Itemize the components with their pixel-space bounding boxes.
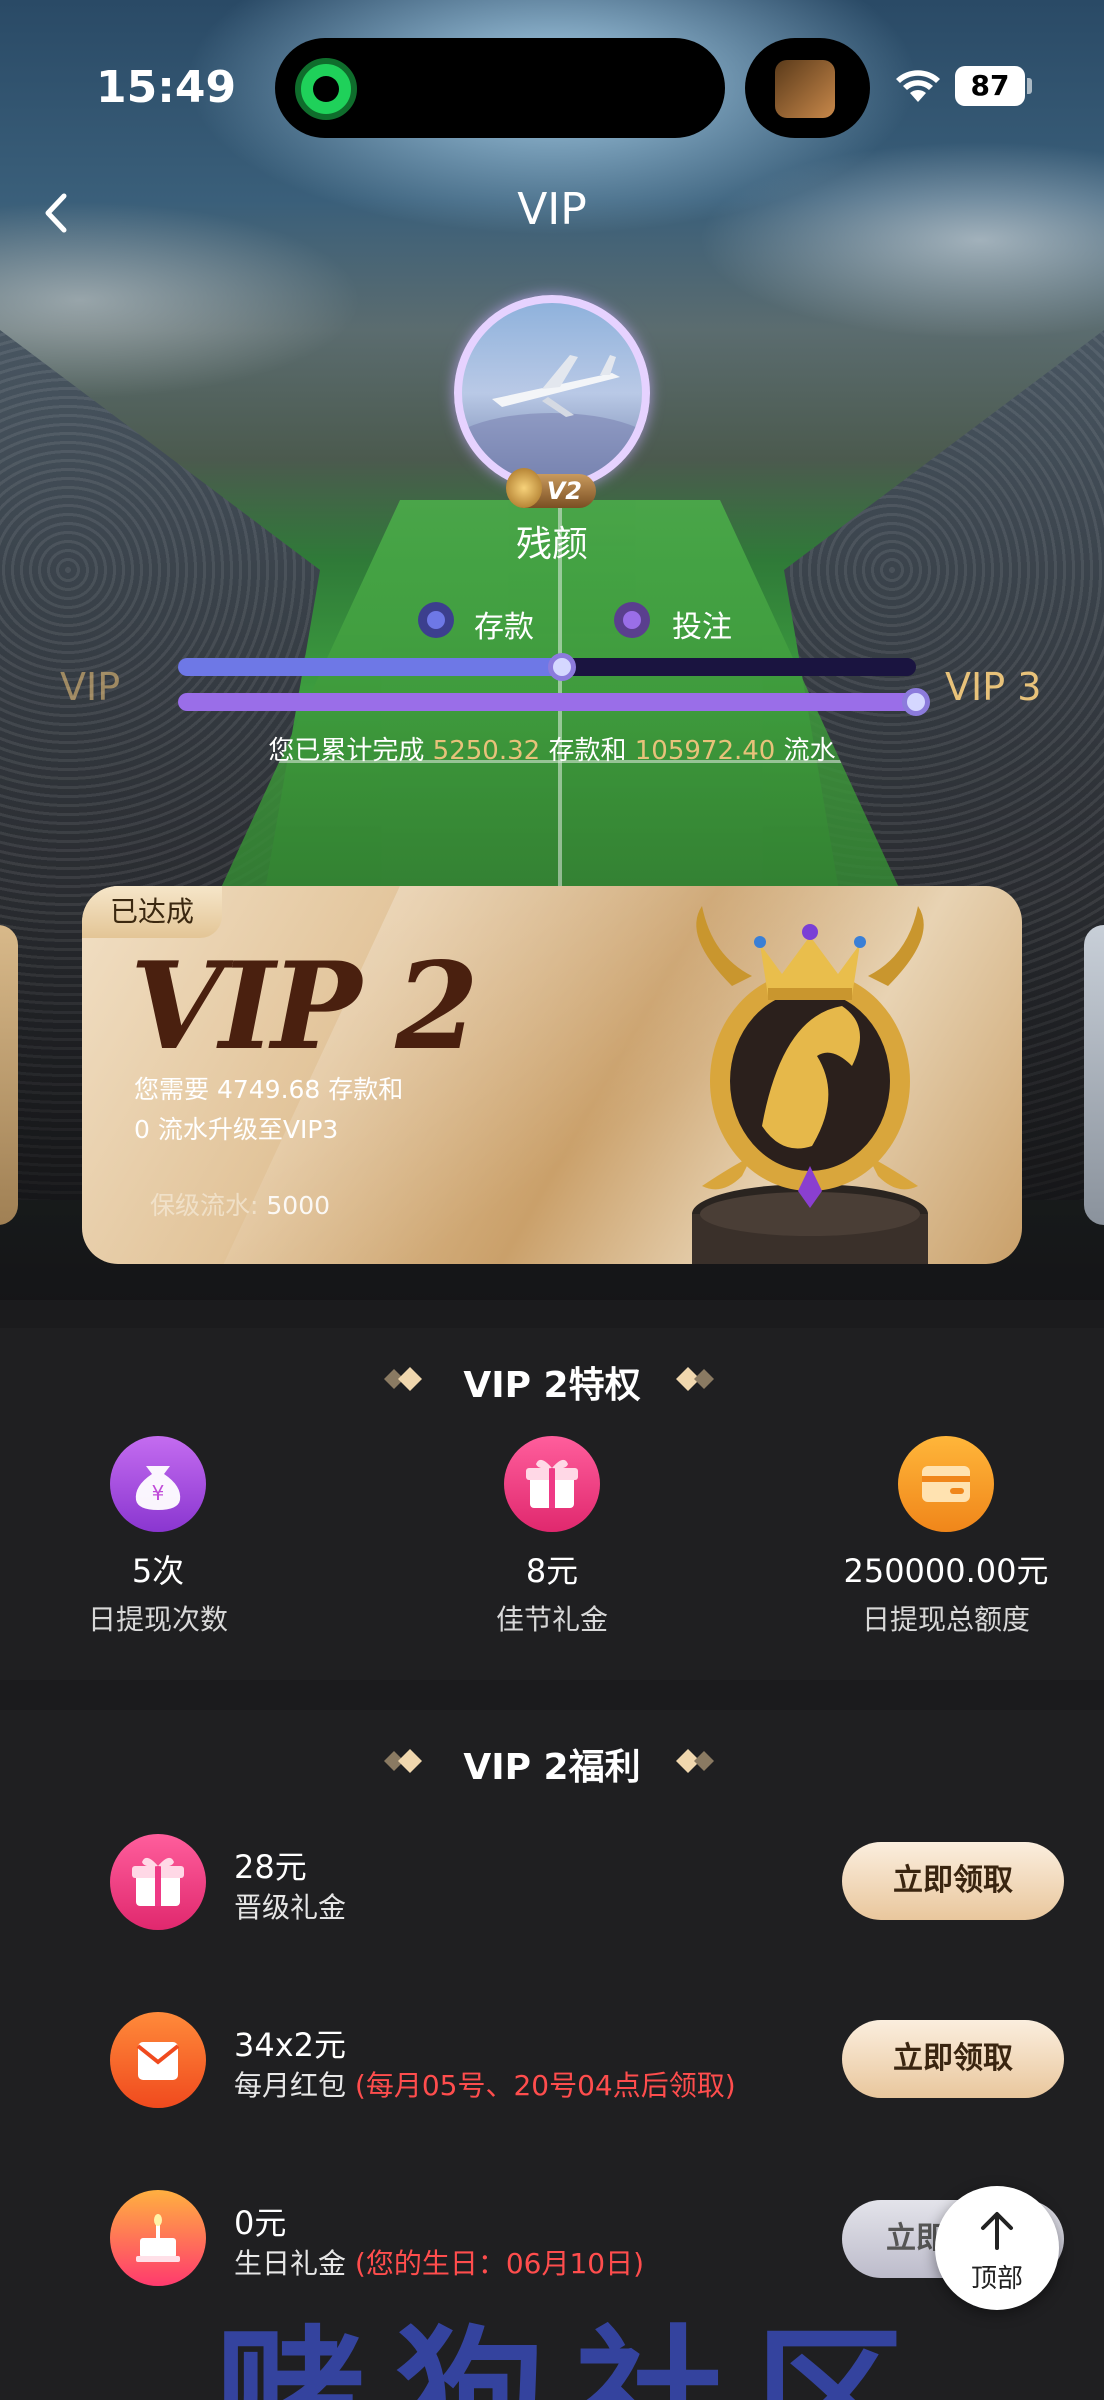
gift-icon <box>504 1436 600 1532</box>
deposit-legend-label: 存款 <box>474 610 534 645</box>
keep-level-turnover: 保级流水: 5000 <box>150 1191 331 1220</box>
achieved-tag: 已达成 <box>82 886 222 938</box>
benefits-title: VIP 2福利 <box>463 1747 641 1788</box>
username: 残颜 <box>515 524 588 565</box>
wifi-icon <box>896 70 940 102</box>
app-logo-icon <box>775 60 835 118</box>
title-diamond-left-icon <box>384 1749 422 1773</box>
dynamic-island-app <box>745 38 870 138</box>
title-diamond-right-icon <box>676 1749 714 1773</box>
cake-icon <box>110 2190 206 2286</box>
arrow-up-icon <box>981 2212 1013 2250</box>
vip-level-card[interactable]: 已达成 VIP 2 您需要 4749.68 存款和 0 流水升级至VIP3 保级… <box>82 886 1022 1264</box>
upgrade-requirement: 您需要 4749.68 存款和 0 流水升级至VIP3 <box>134 1075 404 1144</box>
deposit-progress-bar <box>178 653 916 681</box>
monthly-envelope-label: 每月红包 (每月05号、20号04点后领取) <box>234 2069 736 2102</box>
wallet-icon <box>898 1436 994 1532</box>
privilege-withdraw-limit: 250000.00元 日提现总额度 <box>796 1436 1096 1638</box>
next-vip-card[interactable] <box>1084 925 1104 1225</box>
privilege-festival-gift: 8元 佳节礼金 <box>402 1436 702 1638</box>
screen-record-icon <box>295 58 357 120</box>
birthday-gift-label: 生日礼金 (您的生日：06月10日) <box>234 2247 645 2280</box>
deposit-amount: 5250.32 <box>432 736 541 766</box>
promotion-gift-amount: 28元 <box>234 1848 307 1886</box>
watermark: 赌狗社区 <box>215 2313 936 2400</box>
title-diamond-left-icon <box>384 1367 422 1391</box>
birthday-note: (您的生日：06月10日) <box>354 2247 645 2280</box>
privileges-section: VIP 2特权 ¥ 5次 日提现次数 8元 佳节礼金 250000.00元 日提… <box>0 1328 1104 1680</box>
privilege-withdraw-count: ¥ 5次 日提现次数 <box>8 1436 308 1638</box>
airplane-image <box>462 355 642 483</box>
status-time: 15:49 <box>96 62 237 113</box>
next-vip-label: VIP 3 <box>945 665 1042 709</box>
vip-level-title: VIP 2 <box>130 936 479 1077</box>
battery-indicator: 87 <box>955 66 1025 106</box>
monthly-envelope-amount: 34x2元 <box>234 2026 347 2064</box>
deposit-progress-knob <box>548 653 576 681</box>
avatar[interactable] <box>454 295 650 491</box>
previous-vip-card[interactable] <box>0 925 18 1225</box>
dynamic-island <box>275 38 725 138</box>
money-bag-icon: ¥ <box>110 1436 206 1532</box>
page-title: VIP <box>517 184 587 235</box>
bet-legend-label: 投注 <box>672 610 732 645</box>
bet-legend-icon <box>614 602 650 638</box>
svg-text:¥: ¥ <box>152 1481 165 1505</box>
red-envelope-icon <box>110 2012 206 2108</box>
vip-badge-icon <box>506 468 542 508</box>
birthday-gift-amount: 0元 <box>234 2204 287 2242</box>
monthly-envelope-note: (每月05号、20号04点后领取) <box>354 2069 736 2102</box>
back-to-top-button[interactable]: 顶部 <box>935 2186 1059 2310</box>
turnover-amount: 105972.40 <box>634 736 776 766</box>
claim-monthly-envelope-button[interactable]: 立即领取 <box>842 2020 1064 2098</box>
bet-progress-bar <box>178 688 930 716</box>
accumulated-summary: 您已累计完成 5250.32 存款和 105972.40 流水 <box>268 736 836 766</box>
title-diamond-right-icon <box>676 1367 714 1391</box>
current-vip-label: VIP <box>60 665 121 709</box>
bet-progress-knob <box>902 688 930 716</box>
privileges-title: VIP 2特权 <box>463 1365 641 1406</box>
deposit-legend-icon <box>418 602 454 638</box>
promotion-gift-label: 晋级礼金 <box>234 1891 347 1924</box>
dragon-crown-trophy-icon <box>692 906 928 1264</box>
gift-icon <box>110 1834 206 1930</box>
claim-promotion-gift-button[interactable]: 立即领取 <box>842 1842 1064 1920</box>
